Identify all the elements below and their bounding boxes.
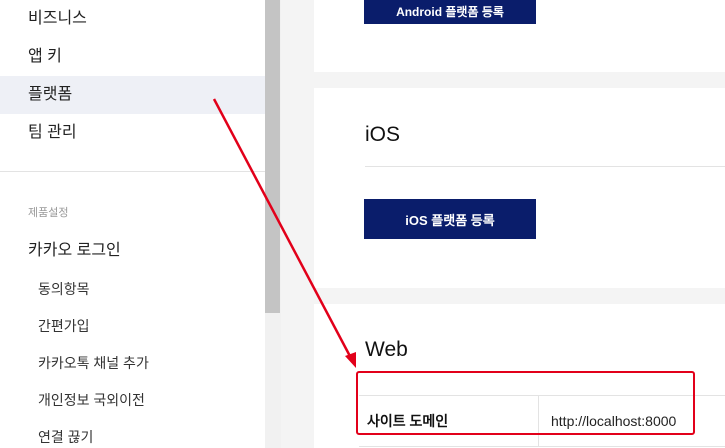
sidebar: 비즈니스 앱 키 플랫폼 팀 관리 제품설정 카카오 로그인 동의항목 간편가입…: [0, 0, 265, 448]
ios-section-title: iOS: [365, 123, 401, 146]
sidebar-item-kakao-login[interactable]: 카카오 로그인: [28, 236, 121, 260]
ios-platform-panel: iOS iOS 플랫폼 등록: [314, 88, 725, 288]
sidebar-subitem-simple-signup[interactable]: 간편가입: [38, 316, 90, 336]
ios-title-divider: [365, 166, 725, 167]
sidebar-item-team-management[interactable]: 팀 관리: [0, 114, 265, 152]
sidebar-scrollbar-thumb[interactable]: [265, 0, 280, 313]
sidebar-item-app-key[interactable]: 앱 키: [0, 38, 265, 76]
section-label-product-settings: 제품설정: [28, 207, 69, 219]
android-platform-panel: Android 플랫폼 등록: [314, 0, 725, 72]
sidebar-subitem-overseas-transfer[interactable]: 개인정보 국외이전: [38, 390, 145, 410]
sidebar-subitem-consent[interactable]: 동의항목: [38, 279, 90, 299]
sidebar-subitem-add-channel[interactable]: 카카오톡 채널 추가: [38, 353, 149, 373]
sidebar-item-platform[interactable]: 플랫폼: [0, 76, 265, 114]
sidebar-divider: [0, 171, 265, 172]
web-section-title: Web: [365, 338, 408, 361]
sidebar-item-business[interactable]: 비즈니스: [0, 0, 265, 38]
highlight-box: [356, 371, 695, 435]
register-ios-platform-button[interactable]: iOS 플랫폼 등록: [364, 199, 536, 239]
sidebar-subitem-unlink[interactable]: 연결 끊기: [38, 427, 93, 447]
register-android-platform-button[interactable]: Android 플랫폼 등록: [364, 0, 536, 24]
